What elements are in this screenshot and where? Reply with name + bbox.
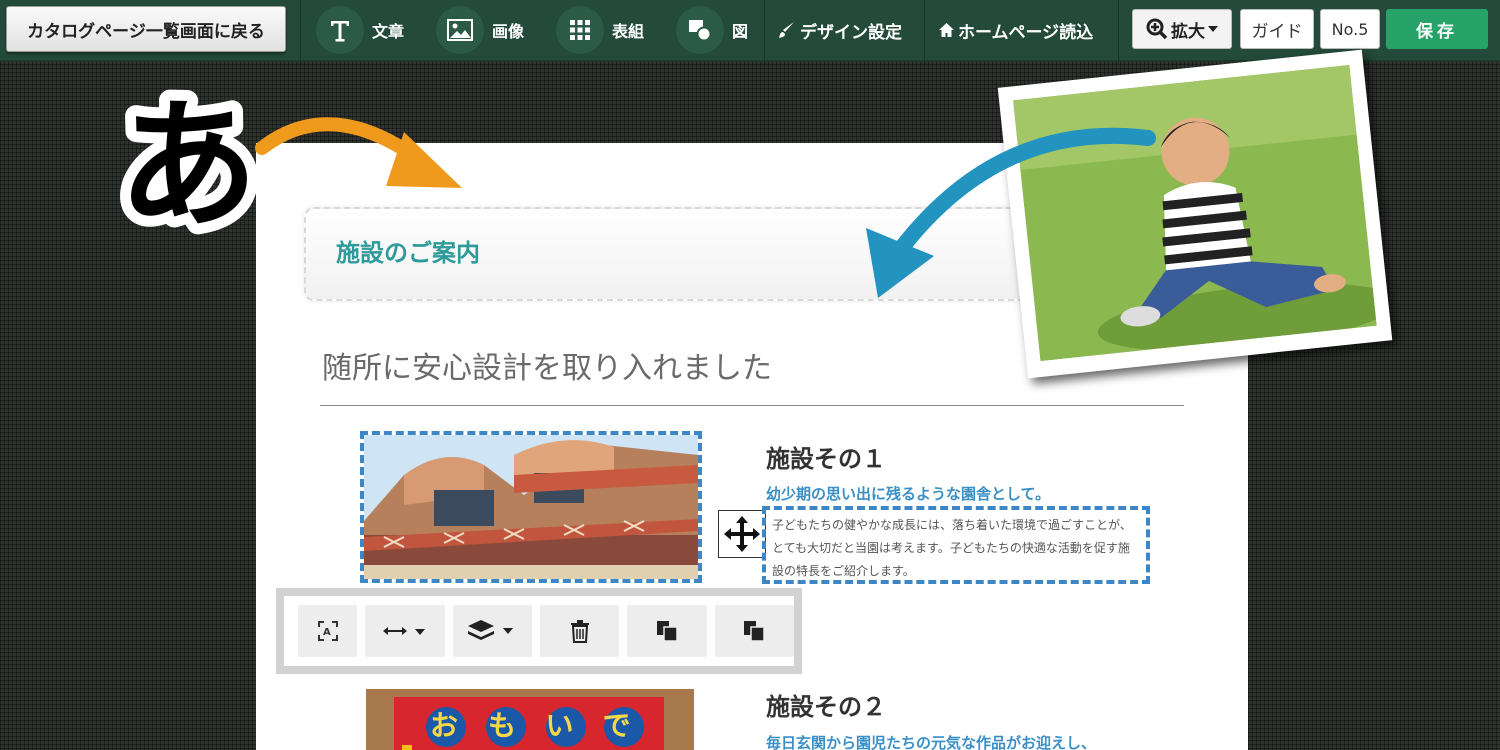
- delete-button[interactable]: [540, 605, 620, 657]
- back-to-catalog-button[interactable]: カタログページ一覧画面に戻る: [6, 6, 286, 52]
- zoom-dropdown[interactable]: 拡大: [1132, 9, 1232, 49]
- facility2-photo[interactable]: おもいで: [366, 689, 694, 750]
- toolbar-divider: [300, 0, 301, 62]
- child-photo: [1013, 65, 1377, 361]
- toolbar-divider: [924, 0, 925, 62]
- align-width-icon: [383, 627, 426, 635]
- homepage-import-button[interactable]: ホームページ読込: [938, 0, 1093, 60]
- page-heading[interactable]: 随所に安心設計を取り入れました: [322, 343, 772, 387]
- add-table-label: 表組: [612, 22, 645, 41]
- svg-text:A: A: [323, 627, 331, 638]
- resize-icon: A: [317, 621, 338, 641]
- hiragana-char: あ: [118, 85, 258, 242]
- add-image-button[interactable]: 画像: [436, 6, 525, 54]
- brush-icon: [779, 22, 794, 38]
- shapes-icon: [676, 6, 724, 54]
- design-settings-button[interactable]: デザイン設定: [778, 0, 902, 60]
- chevron-down-icon: [1208, 26, 1218, 32]
- table-grid-icon: [556, 6, 604, 54]
- facility2-subtitle[interactable]: 毎日玄関から園児たちの元気な作品がお迎えし、: [766, 732, 1096, 750]
- facility1-title[interactable]: 施設その１: [766, 439, 886, 474]
- sign-text: おもいで: [430, 709, 661, 742]
- facility1-photo[interactable]: [360, 431, 702, 583]
- design-settings-label: デザイン設定: [800, 22, 902, 43]
- guide-button[interactable]: ガイド: [1240, 9, 1314, 49]
- add-text-label: 文章: [372, 22, 405, 41]
- object-tool-palette: A: [276, 588, 802, 674]
- copy-icon: [657, 621, 678, 642]
- add-image-label: 画像: [492, 22, 525, 41]
- resize-button[interactable]: A: [298, 605, 358, 657]
- facility2-title[interactable]: 施設その２: [766, 687, 886, 722]
- add-shape-label: 図: [732, 22, 749, 41]
- hiragana-a-illustration: あ あ: [107, 74, 282, 259]
- move-arrows-icon: [724, 516, 760, 552]
- text-T-icon: [316, 6, 364, 54]
- image-icon: [436, 6, 484, 54]
- section-title[interactable]: 施設のご案内: [336, 233, 480, 268]
- homepage-import-label: ホームページ読込: [958, 22, 1094, 43]
- page-number-button[interactable]: No.5: [1320, 9, 1380, 49]
- facility1-subtitle[interactable]: 幼少期の思い出に残るような園舎として。: [766, 483, 1050, 504]
- save-button[interactable]: 保存: [1386, 9, 1488, 49]
- zoom-label: 拡大: [1171, 21, 1205, 42]
- layers-icon: [468, 620, 514, 640]
- paste-icon: [744, 621, 766, 642]
- trash-icon: [570, 620, 589, 643]
- facility1-text-block[interactable]: 子どもたちの健やかな成長には、落ち着いた環境で過ごすことが、とても大切だと当園は…: [762, 506, 1150, 584]
- width-align-dropdown[interactable]: [365, 605, 445, 657]
- top-toolbar: カタログページ一覧画面に戻る 文章 画像 表組 図 デザイン設定 ホームページ読…: [0, 0, 1500, 62]
- move-handle[interactable]: [718, 510, 766, 558]
- section-header-box[interactable]: 施設のご案内: [304, 207, 1064, 301]
- add-text-button[interactable]: 文章: [316, 6, 405, 54]
- zoom-in-icon: [1146, 18, 1168, 40]
- add-shape-button[interactable]: 図: [676, 6, 749, 54]
- toolbar-divider: [1118, 0, 1119, 62]
- sign-image: おもいで: [366, 689, 694, 750]
- child-photo-polaroid: [997, 49, 1393, 379]
- add-table-button[interactable]: 表組: [556, 6, 645, 54]
- toolbar-divider: [764, 0, 765, 62]
- copy-button[interactable]: [627, 605, 707, 657]
- building-image: [364, 435, 698, 579]
- home-icon: [939, 23, 954, 37]
- heading-divider: [320, 405, 1184, 406]
- paste-button[interactable]: [714, 605, 794, 657]
- layer-order-dropdown[interactable]: [452, 605, 533, 657]
- palette-button-row: A: [284, 596, 794, 666]
